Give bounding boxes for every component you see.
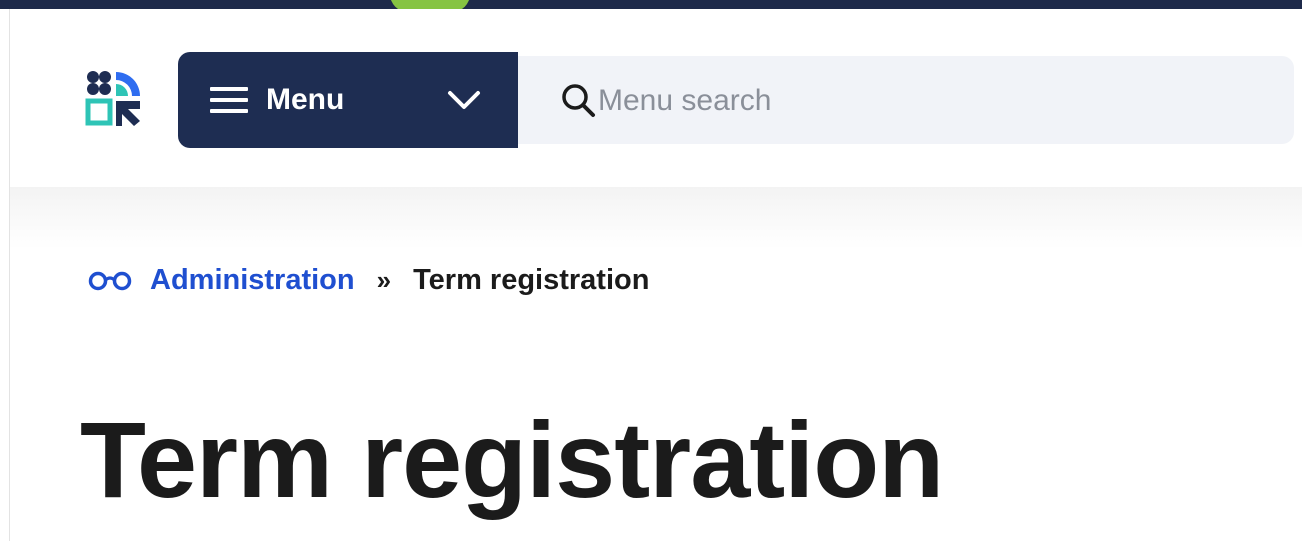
breadcrumb: Administration » Term registration [88, 260, 649, 300]
search-icon [562, 84, 595, 117]
left-edge [0, 9, 10, 541]
hamburger-icon [210, 87, 248, 113]
top-border [0, 0, 1302, 9]
breadcrumb-current: Term registration [413, 263, 650, 296]
header-shadow-band [10, 187, 1302, 249]
breadcrumb-link-administration[interactable]: Administration [150, 264, 355, 297]
glasses-icon [88, 271, 132, 291]
header: Menu [10, 9, 1302, 187]
menu-search-input[interactable] [596, 76, 1200, 126]
site-logo-icon[interactable] [84, 68, 144, 128]
page-title: Term registration [80, 399, 944, 520]
breadcrumb-separator: » [376, 264, 392, 295]
menu-button[interactable]: Menu [178, 52, 518, 148]
menu-search-bar [518, 56, 1294, 144]
menu-label: Menu [266, 83, 345, 116]
chevron-down-icon[interactable] [446, 88, 482, 112]
